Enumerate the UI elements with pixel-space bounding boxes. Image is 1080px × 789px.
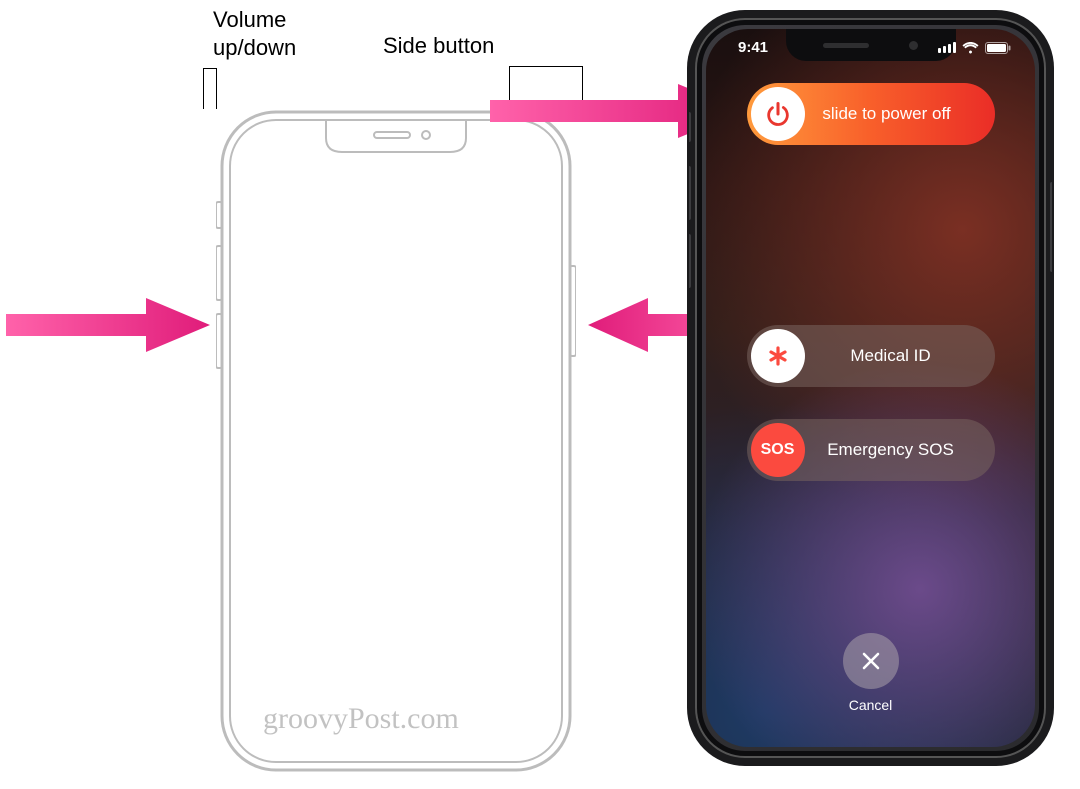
cancel-button[interactable] xyxy=(843,633,899,689)
side-button-bracket xyxy=(509,66,583,107)
phone-outline-diagram xyxy=(216,106,576,776)
sos-icon: SOS xyxy=(751,423,805,477)
watermark: groovyPost.com xyxy=(263,702,459,736)
medical-id-icon xyxy=(751,329,805,383)
wifi-icon xyxy=(962,42,979,54)
cancel-label: Cancel xyxy=(843,697,899,713)
volume-bracket xyxy=(203,68,217,109)
silence-switch xyxy=(689,112,691,142)
phone-screen: 9:41 xyxy=(706,29,1035,747)
arrow-to-volume xyxy=(6,290,216,360)
close-icon xyxy=(860,650,882,672)
status-time: 9:41 xyxy=(726,33,768,56)
cellular-icon xyxy=(938,42,956,53)
medical-id-slider[interactable]: Medical ID xyxy=(747,325,995,387)
power-off-label: slide to power off xyxy=(809,104,995,124)
power-icon xyxy=(751,87,805,141)
cancel-group: Cancel xyxy=(843,633,899,713)
emergency-sos-label: Emergency SOS xyxy=(809,440,995,460)
battery-icon xyxy=(985,42,1011,54)
volume-down-button xyxy=(689,234,691,288)
status-bar: 9:41 xyxy=(706,33,1035,56)
side-button-label: Side button xyxy=(383,32,533,60)
volume-up-button xyxy=(689,166,691,220)
power-off-slider[interactable]: slide to power off xyxy=(747,83,995,145)
volume-label: Volume up/down xyxy=(213,6,363,61)
phone-screenshot: 9:41 xyxy=(689,12,1052,764)
side-button xyxy=(1050,182,1052,272)
emergency-sos-slider[interactable]: SOS Emergency SOS xyxy=(747,419,995,481)
medical-id-label: Medical ID xyxy=(809,346,995,366)
